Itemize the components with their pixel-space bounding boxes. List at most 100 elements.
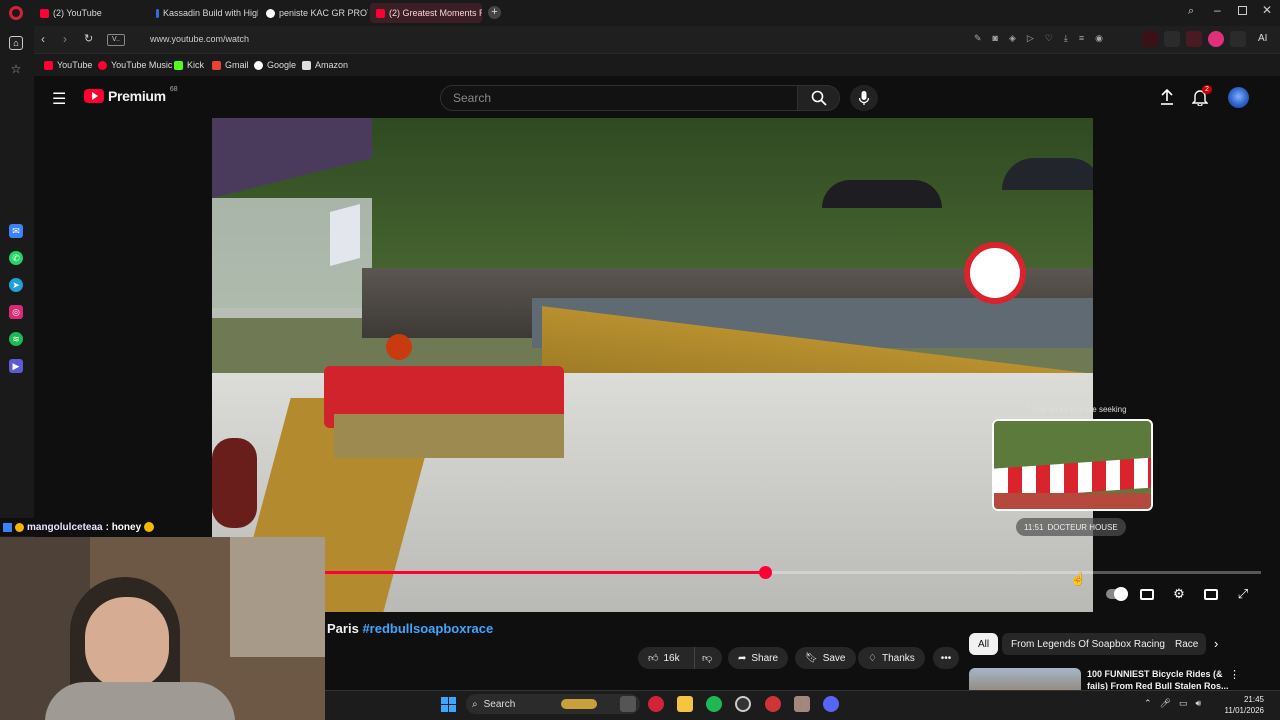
video-title: Paris #redbullsoapboxrace	[327, 621, 493, 636]
instagram-icon[interactable]: ◎	[9, 305, 23, 319]
miniplayer-icon	[1204, 588, 1218, 600]
edit-icon[interactable]: ✎	[974, 33, 982, 44]
recommended-title: 100 FUNNIEST Bicycle Rides (& fails) Fro…	[1087, 668, 1229, 690]
play-icon[interactable]: ▷	[1027, 33, 1034, 44]
pinboard-icon[interactable]: ☆	[9, 62, 23, 76]
camera-icon[interactable]: ◙	[993, 33, 998, 44]
tab-label: (2) YouTube	[53, 8, 102, 18]
youtube-premium-logo[interactable]: Premium 68	[84, 85, 178, 104]
subtitles-button[interactable]	[1138, 585, 1156, 603]
bookmark-google[interactable]: Google	[254, 58, 296, 72]
voice-search-button[interactable]	[850, 85, 878, 111]
maximize-window-icon[interactable]	[1238, 6, 1247, 15]
opera-logo-icon[interactable]	[9, 6, 23, 20]
chip-all[interactable]: All	[969, 633, 999, 655]
home-icon[interactable]: ⌂	[9, 36, 23, 50]
more-actions-button[interactable]: •••	[933, 647, 959, 669]
volume-icon[interactable]: 🔊︎	[1196, 698, 1202, 709]
reload-icon[interactable]: ↻	[84, 32, 93, 45]
search-tabs-icon[interactable]: ⌕	[1188, 5, 1194, 18]
tab-youtube[interactable]: (2) YouTube	[34, 3, 146, 23]
extension-icon[interactable]	[1142, 31, 1158, 47]
extension-icon[interactable]	[1230, 31, 1246, 47]
video-player[interactable]	[212, 118, 1093, 612]
recommended-title-line: fails) From Red Bull Stalen Ros...	[1087, 681, 1229, 690]
spotify-taskbar-icon[interactable]	[706, 696, 722, 712]
clock[interactable]: 21:45 11/01/2026	[1222, 694, 1264, 716]
chip-legends[interactable]: From Legends Of Soapbox Racing	[1002, 633, 1174, 655]
chat-username: mangolulceteaa	[27, 521, 103, 533]
bookmark-label: YouTube	[57, 60, 93, 70]
minimize-window-icon[interactable]: –	[1214, 3, 1221, 17]
preview-time: 11:51	[1024, 522, 1044, 532]
like-button[interactable]: 👍︎ 16k	[638, 647, 694, 669]
app-taskbar-icon[interactable]	[765, 696, 781, 712]
avatar[interactable]	[1228, 87, 1249, 108]
messenger-icon[interactable]: ✉	[9, 224, 23, 238]
bookmarks-bar: YouTube YouTube Music Kick Gmail Google …	[34, 54, 1280, 76]
miniplayer-button[interactable]	[1202, 585, 1220, 603]
display-icon[interactable]: ▭	[1179, 698, 1188, 709]
app-taskbar-icon[interactable]	[794, 696, 810, 712]
save-button[interactable]: 🔖︎ Save	[795, 647, 856, 669]
chips-next-chevron-icon[interactable]: ›	[1214, 636, 1218, 651]
bookmark-kick[interactable]: Kick	[174, 58, 204, 72]
spotify-icon[interactable]: ≋	[9, 332, 23, 346]
back-icon[interactable]: ‹	[41, 32, 45, 46]
video-title-hashtag[interactable]: #redbullsoapboxrace	[362, 621, 493, 636]
upload-button[interactable]	[1160, 88, 1174, 110]
telegram-icon[interactable]: ➤	[9, 278, 23, 292]
discord-taskbar-icon[interactable]	[823, 696, 839, 712]
address-bar-tools: ✎ ◙ ◈ ▷ ♡ ⤓ ≡ ◉	[974, 33, 1103, 44]
close-window-icon[interactable]: ✕	[1262, 3, 1272, 17]
forward-icon[interactable]: ›	[63, 32, 67, 46]
recommended-more-icon[interactable]: ⋮	[1229, 668, 1240, 681]
windows-start-icon[interactable]	[441, 697, 456, 712]
file-explorer-icon[interactable]	[677, 696, 693, 712]
autoplay-toggle[interactable]	[1106, 585, 1128, 603]
profile-icon[interactable]: ◉	[1095, 33, 1103, 44]
new-tab-plus-icon[interactable]: +	[488, 6, 501, 19]
task-view-icon[interactable]	[620, 696, 636, 712]
extension-icon[interactable]	[1164, 31, 1180, 47]
progress-scrubber[interactable]	[759, 566, 772, 579]
share-button[interactable]: ➦ Share	[728, 647, 789, 669]
menu-icon[interactable]: ≡	[1079, 33, 1084, 44]
obs-taskbar-icon[interactable]	[735, 696, 751, 712]
chip-race[interactable]: Race	[1166, 633, 1206, 655]
whatsapp-icon[interactable]: ✆	[9, 251, 23, 265]
seek-hint-text: Pull up for precise seeking	[1032, 405, 1127, 414]
search-input[interactable]: Search	[440, 85, 798, 111]
search-highlight-icon	[561, 699, 598, 709]
bookmark-amazon[interactable]: Amazon	[302, 58, 348, 72]
extension-icon[interactable]	[1208, 31, 1224, 47]
opera-taskbar-icon[interactable]	[648, 696, 664, 712]
ai-button[interactable]: AI	[1258, 33, 1267, 44]
chevron-up-icon[interactable]: ⌃	[1144, 698, 1152, 709]
notifications-button[interactable]: 2	[1191, 85, 1212, 111]
dislike-button[interactable]: 👎︎	[694, 647, 722, 669]
search-button[interactable]	[798, 85, 840, 111]
logo-country-badge: 68	[169, 85, 178, 93]
heart-icon[interactable]: ♡	[1045, 33, 1053, 44]
settings-button[interactable]: ⚙	[1170, 585, 1188, 603]
tab-google-search[interactable]: peniste KAC GR PROTEIN	[260, 3, 368, 23]
shield-icon[interactable]: ◈	[1009, 33, 1016, 44]
url-field[interactable]: www.youtube.com/watch	[150, 34, 249, 44]
thanks-button[interactable]: ♢ Thanks	[858, 647, 925, 669]
fullscreen-button[interactable]: ⤢	[1234, 585, 1252, 603]
hamburger-menu-icon[interactable]: ☰	[52, 89, 66, 109]
tab-greatest-moments[interactable]: (2) Greatest Moments Red	[370, 3, 482, 23]
bookmark-youtube-music[interactable]: YouTube Music	[98, 58, 172, 72]
bookmark-gmail[interactable]: Gmail	[212, 58, 249, 72]
bookmark-youtube[interactable]: YouTube	[44, 58, 92, 72]
extension-icon[interactable]	[1186, 31, 1202, 47]
microphone-icon[interactable]: 🎤︎	[1160, 698, 1171, 709]
tab-kassadin[interactable]: Kassadin Build with Highe	[150, 3, 258, 23]
player-icon[interactable]: ▶	[9, 359, 23, 373]
taskbar-search[interactable]: ⌕ Search	[466, 694, 640, 714]
site-info-badge[interactable]: V..	[107, 34, 125, 46]
recommended-video[interactable]: 100 FUNNIEST Bicycle Rides (& fails) Fro…	[969, 668, 1269, 690]
search-icon: ⌕	[472, 698, 478, 710]
download-icon[interactable]: ⤓	[1064, 33, 1068, 44]
